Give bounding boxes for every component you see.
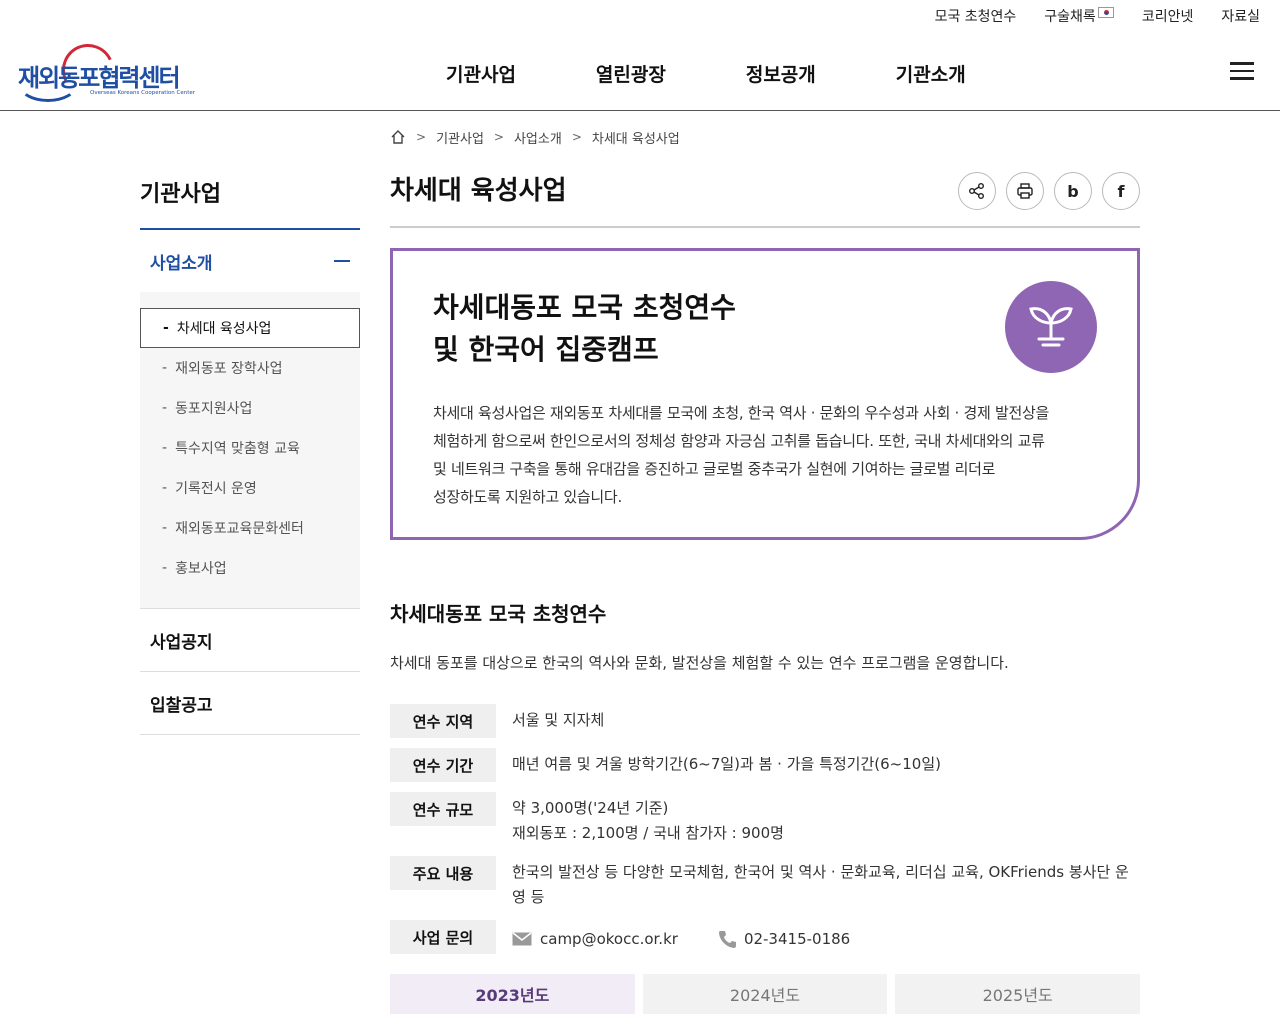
- util-link-archive[interactable]: 자료실: [1221, 6, 1260, 26]
- info-label: 주요 내용: [390, 856, 496, 890]
- phone-text: 02-3415-0186: [743, 929, 851, 948]
- breadcrumb: > 기관사업 > 사업소개 > 차세대 육성사업: [390, 126, 1140, 148]
- sidebar-item-special-region[interactable]: - 특수지역 맞춤형 교육: [140, 428, 360, 468]
- info-value: 매년 여름 및 겨울 방학기간(6~7일)과 봄 · 가을 특정기간(6~10일…: [512, 755, 941, 773]
- global-nav: 기관사업 열린광장 정보공개 기관소개: [446, 60, 966, 87]
- sidebar-item-next-generation[interactable]: - 차세대 육성사업: [140, 308, 360, 348]
- email-text: camp@okocc.or.kr: [540, 929, 678, 948]
- year-tabs: 2023년도 2024년도 2025년도: [390, 974, 1141, 1014]
- info-value: 서울 및 지자체: [512, 711, 605, 729]
- facebook-icon: f: [1117, 181, 1125, 201]
- hamburger-menu-icon[interactable]: [1230, 62, 1254, 80]
- korean-flag-icon: [1097, 6, 1114, 18]
- share-icon: [969, 183, 984, 199]
- sidebar-item-label: 재외동포교육문화센터: [175, 521, 304, 537]
- program-info-list: 연수 지역 서울 및 지자체 연수 기간 매년 여름 및 겨울 방학기간(6~7…: [390, 704, 1140, 964]
- sidebar-item-education-center[interactable]: - 재외동포교육문화센터: [140, 508, 360, 548]
- gnb-open-square[interactable]: 열린광장: [596, 60, 666, 87]
- site-logo[interactable]: 재외동포협력센터 Overseas Koreans Cooperation Ce…: [18, 36, 196, 104]
- sidebar-title: 기관사업: [140, 176, 360, 230]
- info-label: 사업 문의: [390, 920, 496, 954]
- contact-email[interactable]: camp@okocc.or.kr: [512, 924, 678, 954]
- blog-share-button[interactable]: b: [1054, 172, 1092, 210]
- tab-2025[interactable]: 2025년도: [895, 974, 1141, 1014]
- util-link-oral-history[interactable]: 구술채록: [1044, 6, 1114, 26]
- tab-2024[interactable]: 2024년도: [642, 974, 888, 1014]
- intro-title: 차세대동포 모국 초청연수 및 한국어 집중캠프: [433, 291, 736, 366]
- util-link-oral-history-label: 구술채록: [1044, 9, 1096, 25]
- chevron-right-icon: >: [416, 130, 427, 144]
- chevron-right-icon: >: [493, 130, 504, 144]
- sidebar-item-promotion[interactable]: - 홍보사업: [140, 548, 360, 588]
- main-content: > 기관사업 > 사업소개 > 차세대 육성사업 차세대 육성사업 b f 차세…: [390, 126, 1141, 1014]
- tab-2023[interactable]: 2023년도: [390, 974, 635, 1014]
- blog-icon: b: [1067, 181, 1079, 201]
- info-row-scale: 연수 규모 약 3,000명('24년 기준) 재외동포 : 2,100명 / …: [390, 792, 1140, 846]
- intro-description: 차세대 육성사업은 재외동포 차세대를 모국에 초청, 한국 역사 · 문화의 …: [433, 404, 1049, 506]
- sidebar-item-label: 재외동포 장학사업: [175, 361, 283, 377]
- utility-nav: 모국 초청연수 구술채록 코리안넷 자료실: [935, 6, 1260, 26]
- section-title: 차세대동포 모국 초청연수: [390, 602, 607, 626]
- sidebar-item-scholarship[interactable]: - 재외동포 장학사업: [140, 348, 360, 388]
- breadcrumb-item[interactable]: 사업소개: [514, 128, 562, 147]
- sprout-icon: [1005, 281, 1097, 373]
- info-row-content: 주요 내용 한국의 발전상 등 다양한 모국체험, 한국어 및 역사 · 문화교…: [390, 856, 1140, 910]
- info-value: camp@okocc.or.kr 02-3415-0186: [496, 920, 850, 954]
- info-label: 연수 지역: [390, 704, 496, 738]
- site-header: 재외동포협력센터 Overseas Koreans Cooperation Ce…: [0, 36, 1280, 111]
- info-value: 한국의 발전상 등 다양한 모국체험, 한국어 및 역사 · 문화교육, 리더십…: [512, 863, 1129, 906]
- util-link-koreannet[interactable]: 코리안넷: [1142, 6, 1194, 26]
- breadcrumb-item[interactable]: 차세대 육성사업: [592, 128, 680, 147]
- sidebar-item-label: 동포지원사업: [175, 401, 253, 417]
- facebook-share-button[interactable]: f: [1102, 172, 1140, 210]
- sidebar-item-bid-notice[interactable]: 입찰공고: [140, 672, 360, 735]
- sidebar-item-label: 기록전시 운영: [175, 481, 257, 497]
- print-icon: [1017, 183, 1033, 199]
- info-label: 연수 기간: [390, 748, 496, 782]
- collapse-minus-icon: [334, 260, 350, 262]
- gnb-about[interactable]: 기관소개: [896, 60, 966, 87]
- info-row-region: 연수 지역 서울 및 지자체: [390, 704, 1140, 738]
- sidebar-item-label: 홍보사업: [175, 561, 227, 577]
- contact-phone[interactable]: 02-3415-0186: [718, 924, 850, 954]
- sidebar-item-label: 특수지역 맞춤형 교육: [175, 441, 300, 457]
- info-row-contact: 사업 문의 camp@okocc.or.kr 02-3415-0186: [390, 920, 1140, 954]
- phone-icon: [718, 931, 736, 948]
- mail-icon: [512, 932, 532, 946]
- sidebar-item-label: 차세대 육성사업: [176, 321, 272, 337]
- share-button[interactable]: [958, 172, 996, 210]
- info-value: 약 3,000명('24년 기준) 재외동포 : 2,100명 / 국내 참가자…: [512, 799, 784, 842]
- title-row: 차세대 육성사업 b f: [390, 170, 1140, 228]
- breadcrumb-item[interactable]: 기관사업: [436, 128, 484, 147]
- sidebar-group-label: 사업소개: [150, 253, 213, 274]
- gnb-disclosure[interactable]: 정보공개: [746, 60, 816, 87]
- logo-text: 재외동포협력센터: [18, 64, 181, 92]
- chevron-right-icon: >: [571, 130, 582, 144]
- sidebar-item-exhibition[interactable]: - 기록전시 운영: [140, 468, 360, 508]
- info-label: 연수 규모: [390, 792, 496, 826]
- section-description: 차세대 동포를 대상으로 한국의 역사와 문화, 발전상을 체험할 수 있는 연…: [390, 654, 1009, 672]
- intro-box: 차세대동포 모국 초청연수 및 한국어 집중캠프 차세대 육성사업은 재외동포 …: [390, 248, 1140, 540]
- page-tools: b f: [958, 172, 1140, 210]
- sidebar-group-business-intro[interactable]: 사업소개: [140, 230, 360, 292]
- sidebar-item-support[interactable]: - 동포지원사업: [140, 388, 360, 428]
- print-button[interactable]: [1006, 172, 1044, 210]
- info-row-period: 연수 기간 매년 여름 및 겨울 방학기간(6~7일)과 봄 · 가을 특정기간…: [390, 748, 1140, 782]
- sidebar-sub-list: - 차세대 육성사업 - 재외동포 장학사업 - 동포지원사업 - 특수지역 맞춤형 교…: [140, 292, 360, 609]
- sidebar-item-business-notice[interactable]: 사업공지: [140, 609, 360, 672]
- sidebar: 기관사업 사업소개 - 차세대 육성사업 - 재외동포 장학사업 - 동포지원사업 -…: [140, 176, 360, 735]
- gnb-business[interactable]: 기관사업: [446, 60, 516, 87]
- logo-subtitle: Overseas Koreans Cooperation Center: [90, 90, 196, 96]
- util-link-invitation[interactable]: 모국 초청연수: [935, 6, 1017, 26]
- home-icon[interactable]: [390, 129, 406, 145]
